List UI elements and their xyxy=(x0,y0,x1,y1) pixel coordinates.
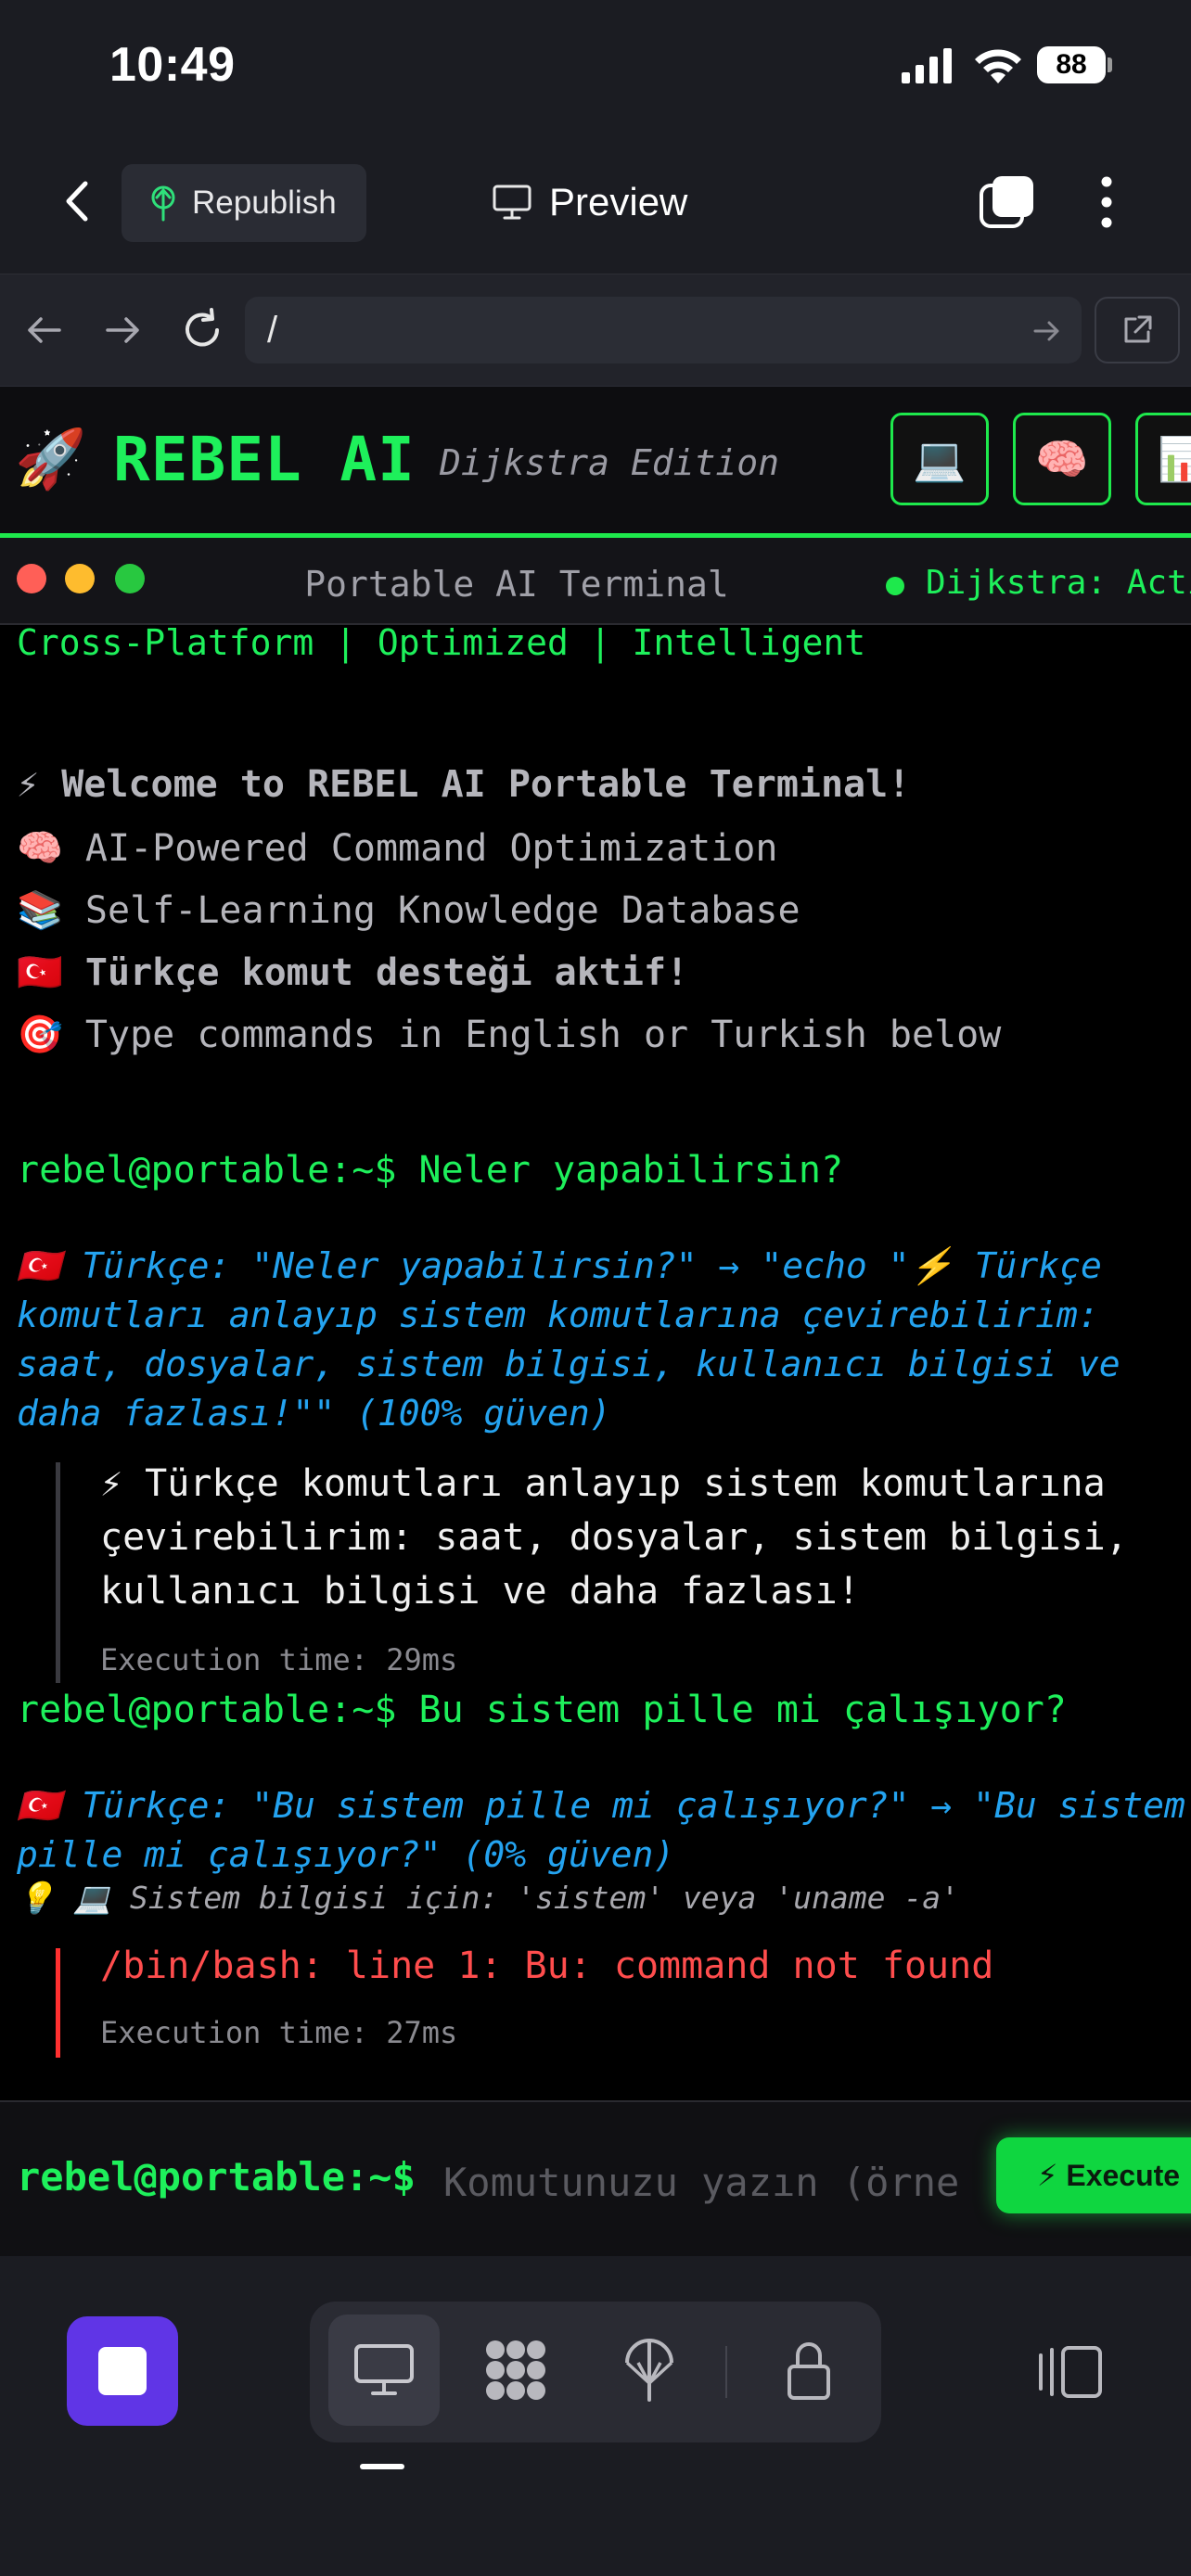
output-block: ⚡ Türkçe komutları anlayıp sistem komutl… xyxy=(100,1457,1128,1618)
tabs-icon[interactable] xyxy=(978,172,1037,230)
bottom-tab-group xyxy=(310,2302,881,2442)
reload-icon[interactable] xyxy=(178,306,226,354)
lightning-icon: ⚡ xyxy=(17,763,40,806)
preview-title: Preview xyxy=(492,174,687,230)
welcome-line: 📚 Self-Learning Knowledge Database xyxy=(17,888,800,932)
status-dot xyxy=(886,577,904,595)
stop-button[interactable] xyxy=(67,2316,178,2426)
turkey-flag-icon: 🇹🇷 xyxy=(17,1245,61,1286)
tab-preview[interactable] xyxy=(328,2315,440,2426)
execute-button[interactable]: ⚡ Execute xyxy=(996,2137,1191,2213)
welcome-text: Türkçe komut desteği aktif! xyxy=(84,951,689,994)
nav-forward-icon[interactable] xyxy=(102,312,143,349)
back-chevron-icon[interactable] xyxy=(58,176,100,226)
republish-label: Republish xyxy=(192,185,337,221)
output-line: kullanıcı bilgisi ve daha fazlası! xyxy=(100,1570,860,1613)
publish-icon xyxy=(151,185,175,222)
translation-line: daha fazlası!"" (100% güven) xyxy=(17,1393,611,1434)
prompt: rebel@portable:~$ xyxy=(17,1149,397,1192)
go-arrow-icon[interactable] xyxy=(1031,317,1063,345)
welcome-text: Self-Learning Knowledge Database xyxy=(84,889,800,932)
nav-back-icon[interactable] xyxy=(24,312,65,349)
brain-icon: 🧠 xyxy=(17,827,63,870)
translation-block: 🇹🇷 Türkçe: "Bu sistem pille mi çalışıyor… xyxy=(17,1781,1185,1880)
terminal-title: Portable AI Terminal xyxy=(304,564,729,605)
active-tab-indicator xyxy=(360,2464,404,2469)
battery-cap xyxy=(1108,57,1112,72)
panel-icon xyxy=(1039,2346,1102,2398)
url-text: / xyxy=(267,310,278,351)
translation-line: 🇹🇷 Türkçe: "Neler yapabilirsin?" → "echo… xyxy=(17,1245,1102,1286)
signal-icon xyxy=(902,48,954,83)
laptop-button[interactable]: 💻 xyxy=(890,413,989,505)
command-input[interactable] xyxy=(442,2139,965,2225)
status-time: 10:49 xyxy=(109,38,236,92)
url-field[interactable]: / xyxy=(245,297,1082,363)
wifi-icon xyxy=(975,49,1021,83)
translation-line: 🇹🇷 Türkçe: "Bu sistem pille mi çalışıyor… xyxy=(17,1785,1185,1826)
tab-publish[interactable] xyxy=(594,2315,705,2426)
command-line: rebel@portable:~$ Bu sistem pille mi çal… xyxy=(17,1689,1067,1731)
output-line: çevirebilirim: saat, dosyalar, sistem bi… xyxy=(100,1516,1128,1559)
chart-icon: 📊 xyxy=(1158,434,1191,483)
welcome-line: 🎯 Type commands in English or Turkish be… xyxy=(17,1013,1001,1056)
grid-blob-icon xyxy=(486,2340,545,2400)
publish-icon xyxy=(625,2339,673,2402)
welcome-line: 🇹🇷 Türkçe komut desteği aktif! xyxy=(17,950,688,994)
hint-line: 💡 💻 Sistem bilgisi için: 'sistem' veya '… xyxy=(17,1880,959,1916)
webview: 🚀 REBEL AI Dijkstra Edition 💻 🧠 📊 Portab… xyxy=(0,387,1191,2256)
dijkstra-status: Dijkstra: Acti xyxy=(926,564,1191,602)
welcome-line: ⚡ Welcome to REBEL AI Portable Terminal! xyxy=(17,763,910,806)
error-border xyxy=(56,1948,60,2058)
preview-label: Preview xyxy=(549,180,688,223)
output-border xyxy=(56,1462,60,1683)
brand-title: REBEL AI xyxy=(113,424,416,495)
external-link-icon xyxy=(1124,315,1152,343)
welcome-text: Welcome to REBEL AI Portable Terminal! xyxy=(61,763,911,806)
terminal-titlebar: Portable AI Terminal Dijkstra: Acti xyxy=(0,538,1191,625)
tagline: Cross-Platform | Optimized | Intelligent xyxy=(17,622,866,663)
exec-time: Execution time: 29ms xyxy=(100,1642,458,1677)
rocket-icon: 🚀 xyxy=(15,427,87,491)
rebel-header: 🚀 REBEL AI Dijkstra Edition 💻 🧠 📊 xyxy=(0,387,1191,538)
command-text: Bu sistem pille mi çalışıyor? xyxy=(418,1689,1067,1731)
turkey-flag-icon: 🇹🇷 xyxy=(17,951,63,994)
side-panel-button[interactable] xyxy=(1030,2337,1111,2407)
brain-icon: 🧠 xyxy=(1035,434,1089,483)
output-line: ⚡ Türkçe komutları anlayıp sistem komutl… xyxy=(100,1462,1106,1505)
edition-label: Dijkstra Edition xyxy=(440,442,780,483)
republish-button[interactable]: Republish xyxy=(122,164,366,242)
exec-time: Execution time: 27ms xyxy=(100,2015,458,2050)
brain-button[interactable]: 🧠 xyxy=(1013,413,1111,505)
monitor-icon xyxy=(493,185,531,220)
open-external-button[interactable] xyxy=(1095,297,1180,363)
turkey-flag-icon: 🇹🇷 xyxy=(17,1785,61,1826)
translation-block: 🇹🇷 Türkçe: "Neler yapabilirsin?" → "echo… xyxy=(17,1242,1121,1438)
command-text: Neler yapabilirsin? xyxy=(418,1149,844,1192)
translation-line: pille mi çalışıyor?" (0% güven) xyxy=(17,1834,675,1875)
error-output: /bin/bash: line 1: Bu: command not found xyxy=(100,1945,994,1987)
monitor-icon xyxy=(354,2344,414,2395)
translation-line: saat, dosyalar, sistem bilgisi, kullanıc… xyxy=(17,1344,1121,1384)
welcome-text: Type commands in English or Turkish belo… xyxy=(84,1014,1002,1056)
lock-icon xyxy=(788,2342,830,2400)
welcome-line: 🧠 AI-Powered Command Optimization xyxy=(17,826,777,870)
books-icon: 📚 xyxy=(17,889,63,932)
command-input-row: rebel@portable:~$ ⚡ Execute xyxy=(0,2100,1191,2256)
tab-secrets[interactable] xyxy=(753,2315,864,2426)
chart-button[interactable]: 📊 xyxy=(1135,413,1191,505)
battery-indicator: 88 xyxy=(1037,46,1106,83)
tab-divider xyxy=(725,2346,727,2398)
prompt: rebel@portable:~$ xyxy=(17,1689,397,1731)
command-line: rebel@portable:~$ Neler yapabilirsin? xyxy=(17,1149,843,1192)
translation-line: komutları anlayıp sistem komutlarına çev… xyxy=(17,1294,1099,1335)
laptop-icon: 💻 xyxy=(913,434,967,483)
welcome-text: AI-Powered Command Optimization xyxy=(84,827,778,870)
stop-icon xyxy=(98,2347,147,2395)
target-icon: 🎯 xyxy=(17,1014,63,1056)
tab-workspace[interactable] xyxy=(460,2315,571,2426)
input-prompt: rebel@portable:~$ xyxy=(17,2154,416,2200)
more-vertical-icon[interactable] xyxy=(1093,172,1121,232)
